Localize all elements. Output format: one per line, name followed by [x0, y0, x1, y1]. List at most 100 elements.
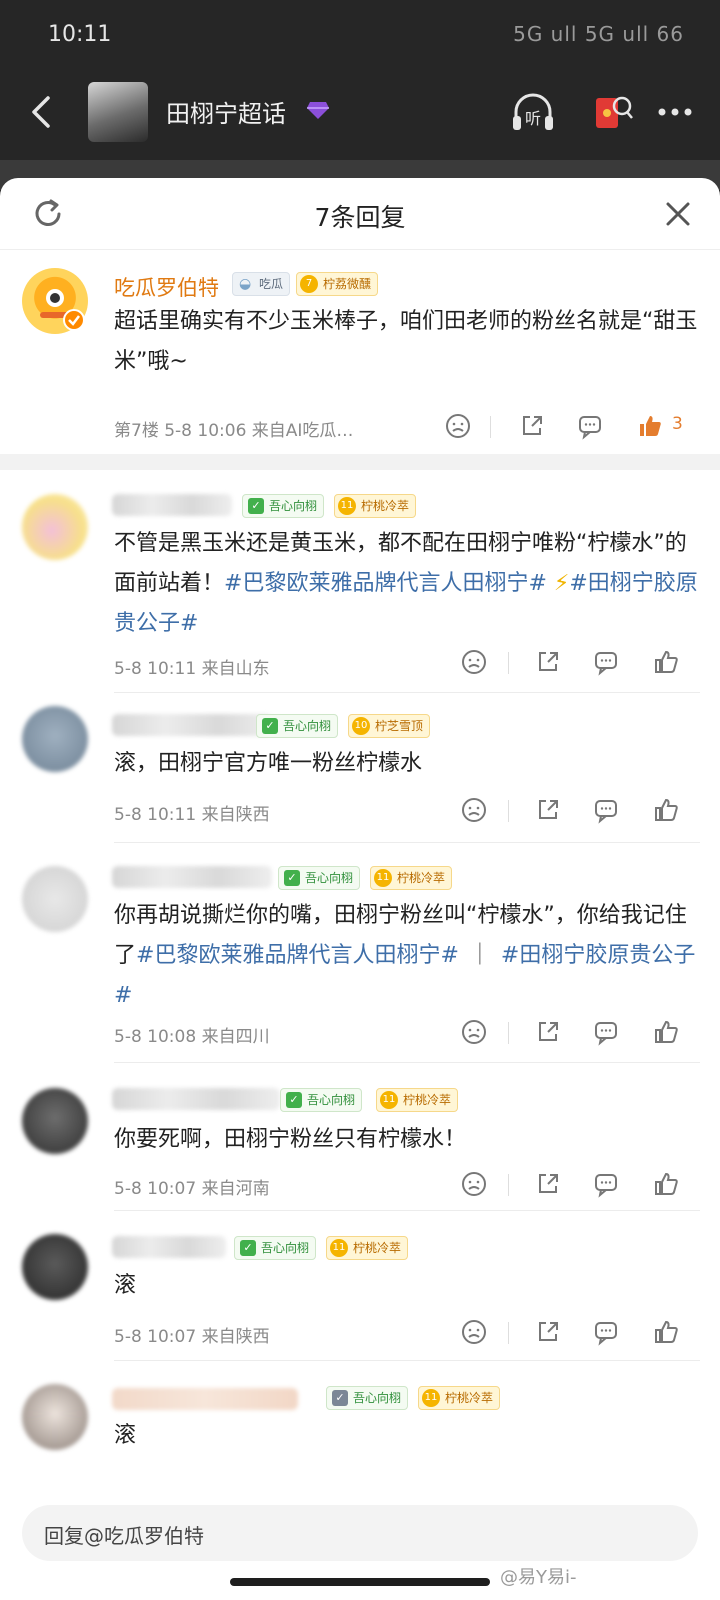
list-item: 吾心向栩 11 柠桃冷萃 滚	[0, 1370, 720, 1480]
divider	[508, 652, 509, 674]
like-icon[interactable]	[652, 1170, 680, 1198]
comment-icon[interactable]	[592, 1170, 620, 1198]
comment-text: 你再胡说撕烂你的嘴，田栩宁粉丝叫“柠檬水”，你给我记住了#巴黎欧莱雅品牌代言人田…	[114, 896, 698, 1016]
divider	[508, 1174, 509, 1196]
list-item: 吾心向栩 11 柠桃冷萃 不管是黑玉米还是黄玉米，都不配在田栩宁唯粉“柠檬水”的面…	[0, 482, 720, 688]
sheet-header: 7条回复	[0, 178, 720, 250]
like-count: 3	[672, 414, 683, 434]
comment-text: 你要死啊，田栩宁粉丝只有柠檬水！	[114, 1127, 467, 1152]
lemon-level: 11	[422, 1389, 440, 1407]
share-icon[interactable]	[534, 1318, 562, 1346]
like-icon[interactable]	[652, 648, 680, 676]
blurred-username[interactable]	[112, 1388, 298, 1410]
like-icon[interactable]	[636, 412, 664, 440]
comment-icon[interactable]	[592, 796, 620, 824]
fan-badge: 吾心向栩	[278, 866, 361, 890]
share-icon[interactable]	[534, 1170, 562, 1198]
lemon-level: 11	[380, 1091, 398, 1109]
topic-avatar[interactable]	[88, 82, 148, 142]
reply-sheet: 7条回复 吃瓜罗伯特 吃瓜 7 柠荔微醺 超话里确实有不少玉米棒子，咱们田老师的粉…	[0, 178, 720, 1600]
blurred-username[interactable]	[112, 1088, 280, 1110]
back-arrow-icon[interactable]	[20, 90, 64, 134]
dislike-icon[interactable]	[460, 648, 488, 676]
blurred-username[interactable]	[112, 866, 272, 888]
avatar[interactable]	[22, 1384, 88, 1450]
section-divider	[0, 454, 720, 470]
dislike-icon[interactable]	[460, 1018, 488, 1046]
comment-meta: 5-8 10:11 来自山东	[114, 659, 270, 679]
share-icon[interactable]	[518, 412, 546, 440]
lemon-badge-label: 柠桃冷萃	[403, 1093, 452, 1107]
comment-meta: 5-8 10:07 来自陕西	[114, 1327, 270, 1347]
list-item: 吾心向栩 11 柠桃冷萃 滚 5-8 10:07 来自陕西	[0, 1220, 720, 1370]
lemon-badge: 10 柠芝雪顶	[348, 714, 431, 738]
divider	[114, 842, 700, 843]
comment-icon[interactable]	[592, 1018, 620, 1046]
list-item: 吃瓜罗伯特 吃瓜 7 柠荔微醺 超话里确实有不少玉米棒子，咱们田老师的粉丝名就是“…	[0, 262, 720, 462]
comment-icon[interactable]	[592, 648, 620, 676]
list-item: 吾心向栩 10 柠芝雪顶 滚，田栩宁官方唯一粉丝柠檬水 5-8 10:11 来自陕…	[0, 702, 720, 848]
comment-author[interactable]: 吃瓜罗伯特	[114, 272, 219, 302]
avatar[interactable]	[22, 866, 88, 932]
lemon-level: 7	[300, 275, 318, 293]
lemon-badge-label: 柠芝雪顶	[375, 719, 424, 733]
share-icon[interactable]	[534, 648, 562, 676]
like-icon[interactable]	[652, 796, 680, 824]
comment-text: 滚，田栩宁官方唯一粉丝柠檬水	[114, 751, 423, 776]
comment-actions	[460, 1318, 700, 1348]
gem-icon	[307, 102, 329, 119]
dislike-icon[interactable]	[444, 412, 472, 440]
dislike-icon[interactable]	[460, 1318, 488, 1346]
comment-meta: 5-8 10:11 来自陕西	[114, 805, 270, 825]
lemon-level: 11	[330, 1239, 348, 1257]
comment-icon[interactable]	[592, 1318, 620, 1346]
hashtag-link[interactable]: #巴黎欧莱雅品牌代言人田栩宁#	[224, 571, 547, 596]
fan-badge: 吾心向栩	[280, 1088, 363, 1112]
dislike-icon[interactable]	[460, 1170, 488, 1198]
lemon-badge-label: 柠桃冷萃	[445, 1391, 494, 1405]
red-packet-icon[interactable]	[586, 88, 636, 138]
comment-text: 超话里确实有不少玉米棒子，咱们田老师的粉丝名就是“甜玉米”哦~	[114, 309, 698, 374]
avatar[interactable]	[22, 268, 88, 334]
list-item: 吾心向栩 11 柠桃冷萃 你要死啊，田栩宁粉丝只有柠檬水！ 5-8 10:07 来…	[0, 1072, 720, 1222]
comment-actions	[460, 1018, 700, 1048]
reply-input[interactable]: 回复@吃瓜罗伯特	[22, 1505, 698, 1561]
topic-title[interactable]: 田栩宁超话	[166, 94, 286, 129]
divider	[114, 1210, 700, 1211]
blurred-username[interactable]	[112, 494, 232, 516]
blurred-username[interactable]	[112, 1236, 226, 1258]
avatar[interactable]	[22, 1234, 88, 1300]
comment-actions: 3	[444, 412, 684, 442]
fan-badge: 吾心向栩	[256, 714, 339, 738]
topic-header: 田栩宁超话 听	[0, 70, 720, 160]
lemon-level: 11	[338, 497, 356, 515]
hashtag-link[interactable]: #巴黎欧莱雅品牌代言人田栩宁#	[136, 943, 459, 968]
close-icon[interactable]	[660, 196, 696, 232]
avatar[interactable]	[22, 1088, 88, 1154]
comment-text: 不管是黑玉米还是黄玉米，都不配在田栩宁唯粉“柠檬水”的面前站着！#巴黎欧莱雅品牌…	[114, 524, 698, 644]
watermark: @易Y易i-	[500, 1567, 577, 1588]
comment-actions	[460, 796, 700, 826]
listen-button[interactable]: 听	[508, 88, 558, 138]
share-icon[interactable]	[534, 796, 562, 824]
lemon-badge: 11 柠桃冷萃	[370, 866, 453, 890]
divider	[490, 416, 491, 438]
share-icon[interactable]	[534, 1018, 562, 1046]
avatar[interactable]	[22, 494, 88, 560]
home-indicator[interactable]	[230, 1578, 490, 1586]
fan-badge: 吾心向栩	[326, 1386, 409, 1410]
reply-placeholder: 回复@吃瓜罗伯特	[44, 1524, 204, 1548]
dislike-icon[interactable]	[460, 796, 488, 824]
like-icon[interactable]	[652, 1018, 680, 1046]
more-icon[interactable]	[650, 92, 700, 132]
comment-icon[interactable]	[576, 412, 604, 440]
like-icon[interactable]	[652, 1318, 680, 1346]
lemon-badge-label: 柠荔微醺	[323, 277, 372, 291]
comment-meta: 5-8 10:08 来自四川	[114, 1027, 270, 1047]
lemon-level: 10	[352, 717, 370, 735]
blurred-username[interactable]	[112, 714, 272, 736]
lightning-icon: ⚡	[553, 571, 570, 596]
avatar[interactable]	[22, 706, 88, 772]
listen-label: 听	[525, 109, 541, 128]
eat-badge: 吃瓜	[232, 272, 291, 296]
